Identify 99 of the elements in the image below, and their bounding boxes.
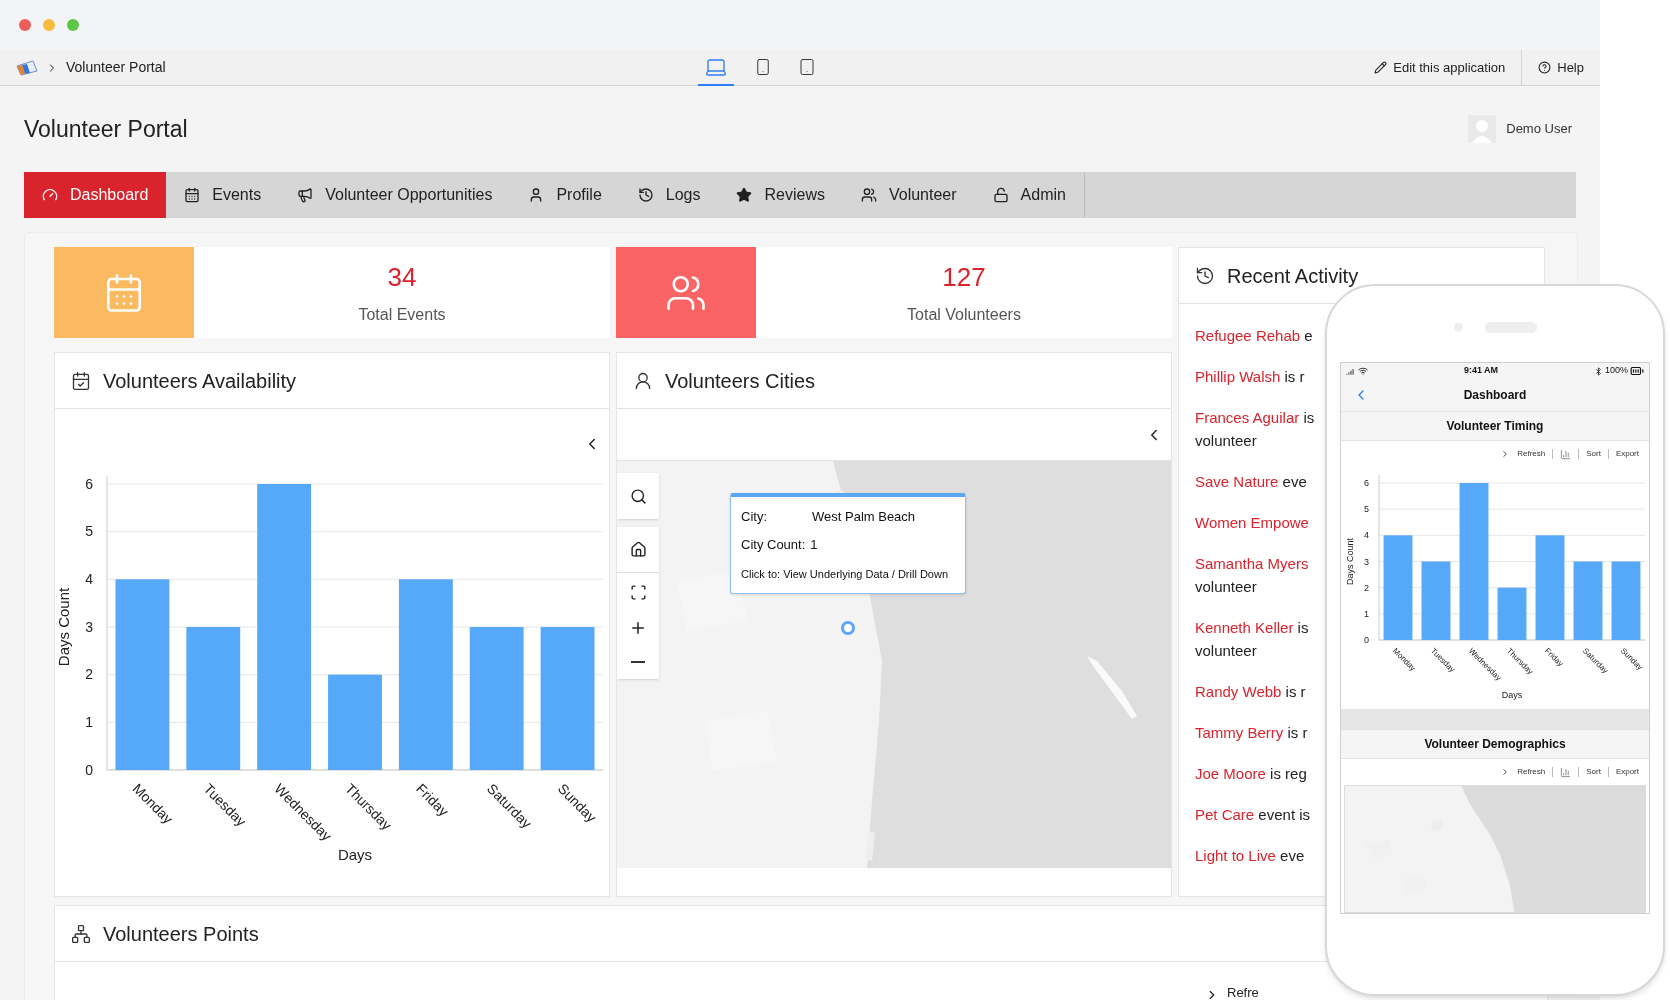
pencil-icon [1374, 61, 1388, 74]
hierarchy-icon [71, 923, 91, 944]
sort-link[interactable]: Sort [1586, 766, 1601, 778]
y-tick-label: 5 [85, 523, 93, 540]
tooltip-value: 1 [810, 535, 818, 554]
breadcrumb-link[interactable]: Volunteer Portal [66, 57, 166, 78]
nav-tab[interactable]: Dashboard [24, 172, 167, 218]
bar [1497, 587, 1527, 640]
stat-label: Total Events [358, 305, 446, 325]
panel-title: Volunteers Cities [665, 368, 816, 394]
search-icon [629, 487, 647, 505]
maximize-button[interactable] [67, 19, 79, 31]
y-tick-label: 6 [85, 475, 93, 492]
panel-title: Volunteers Points [103, 921, 259, 947]
activity-link[interactable]: Randy Webb [1195, 683, 1282, 700]
calendar-icon [184, 187, 201, 203]
y-tick-label: 1 [1364, 608, 1369, 619]
y-tick-label: 2 [85, 666, 93, 683]
activity-link[interactable]: Frances Aguilar [1195, 409, 1300, 426]
nav-tab[interactable]: Events [166, 172, 280, 218]
chart-icon[interactable] [1560, 448, 1572, 460]
stat-value: 34 [387, 261, 417, 294]
user-name[interactable]: Demo User [1506, 119, 1584, 139]
tooltip-label: City: [741, 508, 768, 526]
y-tick-label: 4 [1364, 530, 1369, 541]
refresh-link[interactable]: Refresh [1517, 766, 1546, 778]
nav-tab[interactable]: Logs [619, 172, 719, 218]
nav-tab[interactable]: Volunteer Opportunities [279, 172, 511, 218]
panel-title: Recent Activity [1227, 263, 1359, 289]
activity-link[interactable]: Tammy Berry [1195, 724, 1284, 741]
chart-icon[interactable] [1560, 766, 1572, 778]
nav-tab[interactable]: Reviews [718, 172, 843, 218]
help-button[interactable]: Help [1521, 50, 1600, 85]
wifi-icon [1358, 366, 1368, 376]
person-icon [633, 370, 653, 391]
section-title: Volunteer Demographics [1424, 736, 1566, 753]
refresh-link[interactable]: Refre [1227, 982, 1259, 1000]
gauge-icon [42, 187, 58, 203]
stat-value: 127 [942, 261, 986, 294]
activity-link[interactable]: Pet Care [1195, 806, 1255, 823]
battery-percent: 100% [1604, 364, 1628, 378]
minus-icon [631, 661, 645, 663]
edit-button[interactable]: Edit this application [1358, 50, 1522, 85]
export-link[interactable]: Export [1615, 448, 1639, 460]
y-tick-label: 0 [1364, 635, 1369, 645]
export-link[interactable]: Export [1615, 766, 1639, 778]
help-icon [1538, 61, 1552, 74]
refresh-link[interactable]: Refresh [1517, 448, 1546, 460]
page-title: Volunteer Portal [24, 114, 188, 144]
calendar-check-icon [71, 370, 91, 391]
history-icon [1195, 265, 1215, 286]
stat-label: Total Volunteers [907, 305, 1021, 325]
activity-link[interactable]: Kenneth Keller [1195, 619, 1294, 636]
activity-link[interactable]: Samantha Myers [1195, 555, 1309, 572]
panel-title: Volunteers Availability [103, 368, 297, 394]
nav-tab[interactable]: Volunteer [842, 172, 975, 218]
activity-link[interactable]: Joe Moore [1195, 765, 1266, 782]
activity-link[interactable]: Phillip Walsh [1195, 368, 1281, 385]
star-icon [736, 187, 753, 203]
y-axis-title: Days Count [55, 587, 72, 667]
plus-icon [629, 619, 647, 637]
people-icon [860, 187, 877, 203]
sort-link[interactable]: Sort [1586, 448, 1601, 460]
x-axis-title: Days [337, 846, 373, 863]
history-icon [637, 187, 654, 203]
tablet-icon [798, 57, 816, 76]
select-area-icon [629, 583, 647, 601]
status-time: 9:41 AM [1463, 364, 1499, 378]
y-tick-label: 5 [1364, 504, 1369, 515]
tooltip-value: West Palm Beach [812, 508, 916, 526]
lock-icon [992, 187, 1009, 203]
signal-icon [1346, 366, 1356, 376]
activity-link[interactable]: Save Nature [1195, 473, 1279, 490]
bluetooth-icon [1593, 366, 1603, 376]
battery-icon [1630, 364, 1644, 378]
home-icon [629, 541, 647, 558]
y-tick-label: 2 [1364, 582, 1369, 593]
tooltip-hint: Click to: View Underlying Data / Drill Down [741, 567, 950, 582]
nav-tab[interactable]: Profile [510, 172, 620, 218]
tooltip-label: City Count: [741, 535, 806, 554]
megaphone-icon [297, 187, 314, 203]
y-tick-label: 3 [1364, 556, 1369, 567]
screen-title: Dashboard [1463, 387, 1527, 404]
phone-icon [754, 57, 772, 76]
nav-tab[interactable]: Admin [974, 172, 1085, 218]
activity-link[interactable]: Refugee Rehab [1195, 327, 1301, 344]
y-tick-label: 6 [1364, 478, 1369, 488]
section-title: Volunteer Timing [1446, 418, 1544, 435]
y-axis-title: Days Count [1345, 538, 1355, 585]
app-logo-icon [16, 59, 38, 76]
y-tick-label: 3 [85, 618, 93, 635]
map-search-button[interactable] [617, 473, 659, 519]
activity-link[interactable]: Light to Live [1195, 847, 1276, 864]
y-tick-label: 1 [85, 714, 93, 730]
activity-link[interactable]: Women Empowe [1195, 514, 1309, 531]
close-button[interactable] [19, 19, 31, 31]
y-tick-label: 4 [85, 571, 93, 587]
y-tick-label: 0 [85, 761, 93, 778]
x-axis-title: Days [1501, 690, 1523, 700]
